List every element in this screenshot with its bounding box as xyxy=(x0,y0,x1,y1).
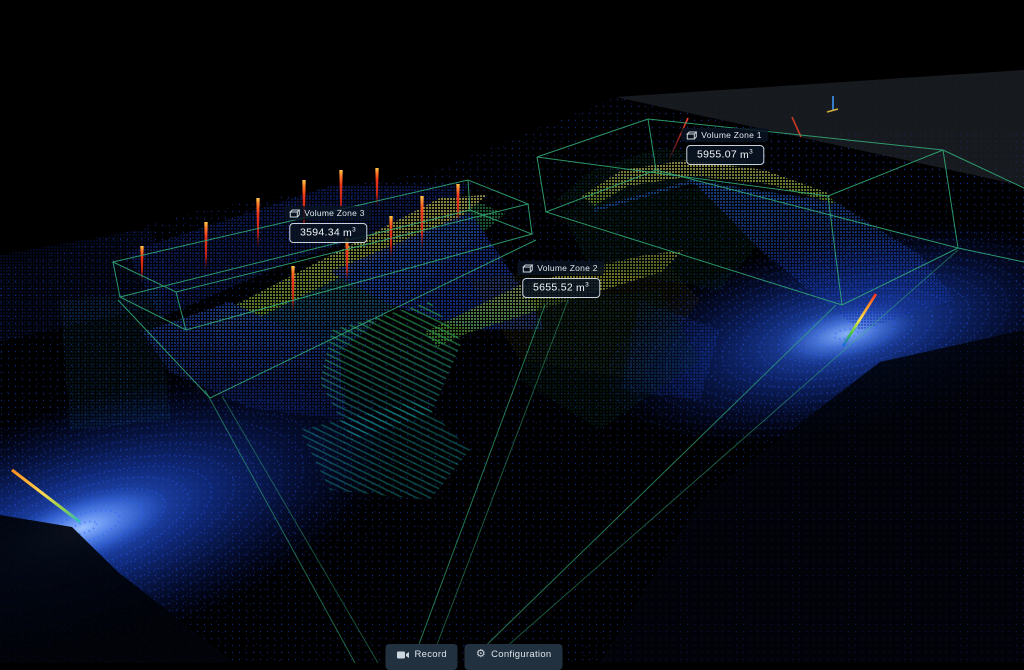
record-button[interactable]: Record xyxy=(385,644,457,670)
volume-zone-3-title: Volume Zone 3 xyxy=(284,206,371,220)
box-3d-icon xyxy=(289,209,300,218)
bottom-toolbar: Record ⚙ Configuration xyxy=(385,644,562,670)
box-3d-icon xyxy=(522,264,533,273)
point-cloud-viewport[interactable] xyxy=(0,0,1024,663)
box-3d-icon xyxy=(686,131,697,140)
volume-zone-1-value: 5955.07m3 xyxy=(686,145,764,165)
volume-zone-1-title: Volume Zone 1 xyxy=(681,128,768,142)
configuration-button[interactable]: ⚙ Configuration xyxy=(465,644,563,670)
volume-zone-1-label[interactable]: Volume Zone 1 5955.07m3 xyxy=(681,128,768,165)
zone-title-text: Volume Zone 3 xyxy=(304,208,364,218)
gear-icon: ⚙ xyxy=(476,649,486,660)
volume-zone-3-value: 3594.34m3 xyxy=(289,223,367,243)
zone-title-text: Volume Zone 1 xyxy=(701,130,761,140)
zone-title-text: Volume Zone 2 xyxy=(537,263,597,273)
video-camera-icon xyxy=(396,650,409,660)
volume-zone-2-value: 5655.52m3 xyxy=(522,278,600,298)
volume-zone-2-title: Volume Zone 2 xyxy=(517,261,604,275)
volume-zone-3-label[interactable]: Volume Zone 3 3594.34m3 xyxy=(284,206,371,243)
volume-zone-2-label[interactable]: Volume Zone 2 5655.52m3 xyxy=(517,261,604,298)
